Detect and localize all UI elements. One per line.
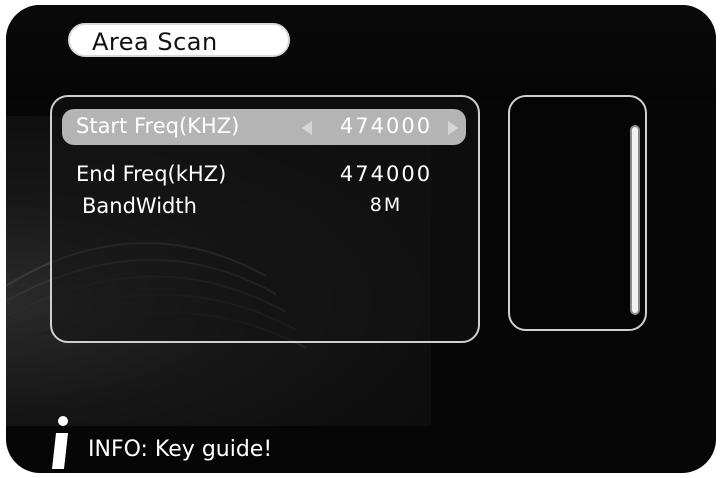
setting-row-bandwidth[interactable]: BandWidth 8M — [62, 189, 466, 225]
setting-value: 8M — [369, 194, 403, 216]
setting-row-end-freq[interactable]: End Freq(kHZ) 474000 — [62, 157, 466, 193]
side-panel — [508, 95, 647, 331]
setting-label: Start Freq(KHZ) — [76, 114, 240, 138]
info-icon — [52, 416, 68, 469]
info-key-guide: INFO: Key guide! — [88, 437, 273, 462]
setting-value: 474000 — [339, 114, 433, 138]
setting-label: BandWidth — [82, 194, 197, 218]
setting-row-start-freq[interactable]: Start Freq(KHZ) 474000 — [62, 109, 466, 145]
page-title: Area Scan — [92, 28, 218, 56]
arrow-right-icon[interactable] — [448, 121, 458, 135]
settings-panel: Start Freq(KHZ) 474000 End Freq(kHZ) 474… — [50, 95, 480, 343]
setting-value: 474000 — [339, 162, 433, 186]
scrollbar[interactable] — [630, 125, 640, 315]
setting-label: End Freq(kHZ) — [76, 162, 227, 186]
arrow-left-icon[interactable] — [302, 121, 312, 135]
title-pill: Area Scan — [68, 23, 290, 57]
scrollbar-thumb[interactable] — [632, 127, 638, 313]
tv-screen: Area Scan Start Freq(KHZ) 474000 End Fre… — [6, 5, 716, 473]
